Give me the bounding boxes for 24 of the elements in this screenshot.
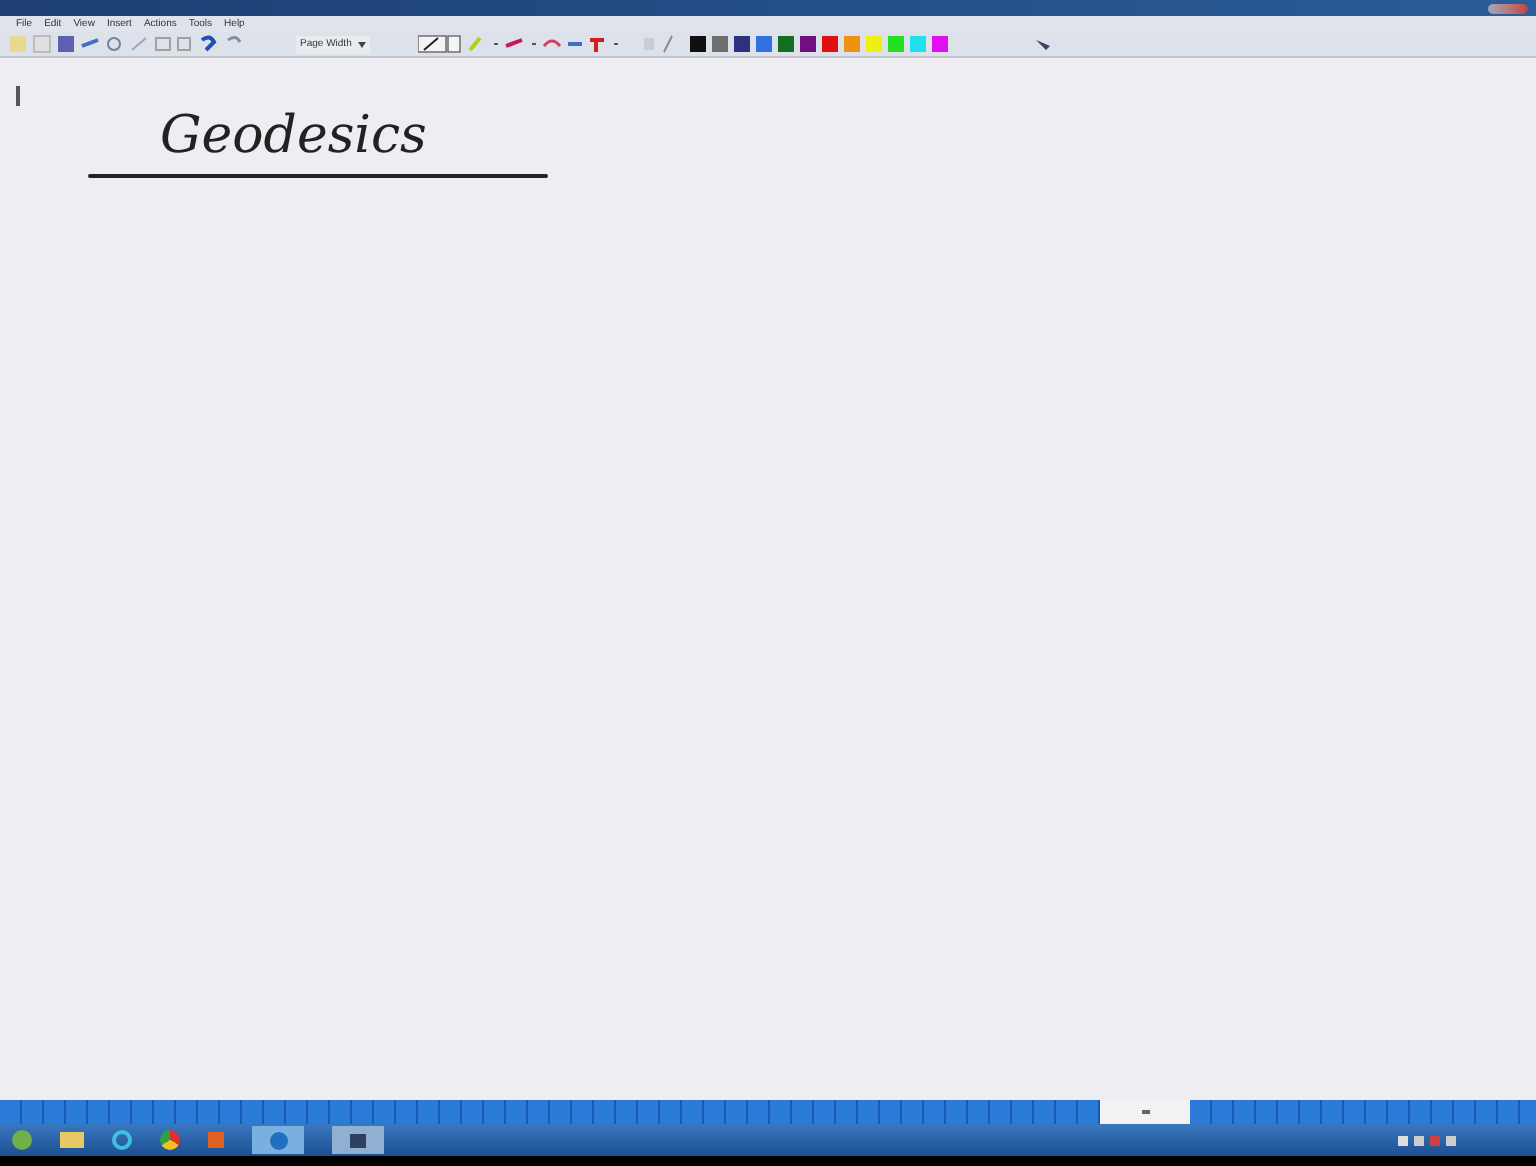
taskbar-button[interactable] [332,1126,384,1154]
color-swatch[interactable] [887,36,904,52]
scrollbar-thumb[interactable] [1100,1100,1190,1124]
color-swatch[interactable] [733,36,750,52]
color-swatch[interactable] [843,36,860,52]
handwritten-heading: Geodesics [160,110,427,162]
color-swatch[interactable] [711,36,728,52]
color-swatch[interactable] [821,36,838,52]
window-controls-icon[interactable] [1488,3,1528,13]
color-swatch[interactable] [777,36,794,52]
browser-icon[interactable] [112,1130,132,1150]
pen-tools-icon[interactable] [417,34,678,54]
page-edge-mark [16,86,20,106]
color-swatch[interactable] [689,36,706,52]
color-swatch[interactable] [799,36,816,52]
color-swatch[interactable] [755,36,772,52]
start-button[interactable] [12,1130,32,1150]
color-swatch[interactable] [931,36,948,52]
caret-icon [357,41,366,47]
system-tray-icons[interactable] [1398,1135,1456,1145]
brush-icon[interactable] [1035,38,1052,50]
color-swatch[interactable] [909,36,926,52]
journal-taskbar-button[interactable] [252,1126,304,1154]
color-swatch[interactable] [865,36,882,52]
